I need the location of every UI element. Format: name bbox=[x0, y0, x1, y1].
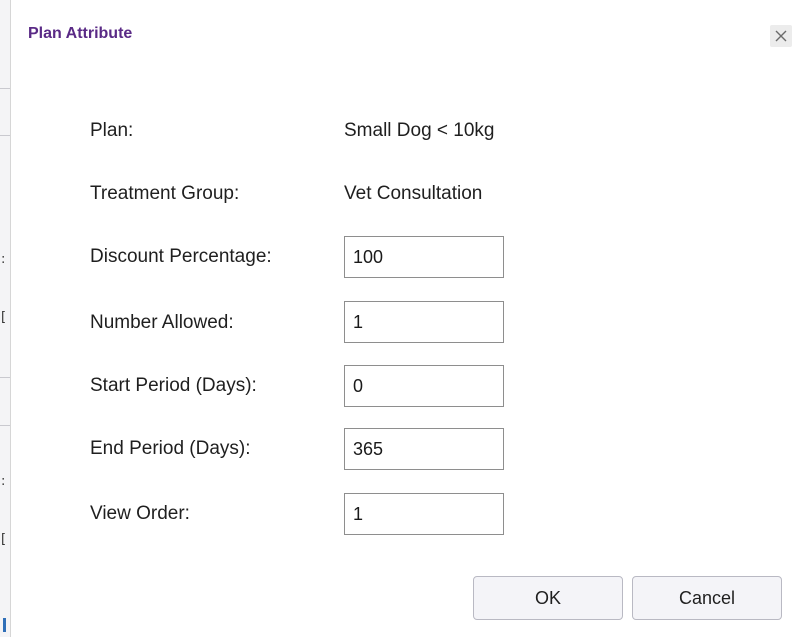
background-accent bbox=[3, 618, 6, 632]
background-glyph: : bbox=[1, 252, 6, 267]
view-order-input[interactable] bbox=[344, 493, 504, 535]
view-order-label: View Order: bbox=[90, 503, 190, 524]
treatment-group-label: Treatment Group: bbox=[90, 183, 240, 204]
number-allowed-input[interactable] bbox=[344, 301, 504, 343]
start-period-label: Start Period (Days): bbox=[90, 375, 257, 396]
ok-button[interactable]: OK bbox=[473, 576, 623, 620]
start-period-input[interactable] bbox=[344, 365, 504, 407]
discount-percentage-input[interactable] bbox=[344, 236, 504, 278]
background-glyph: [ bbox=[1, 310, 7, 325]
treatment-group-value: Vet Consultation bbox=[344, 183, 483, 204]
background-glyph: [ bbox=[1, 532, 7, 547]
dialog-title: Plan Attribute bbox=[28, 25, 133, 42]
background-glyph: : bbox=[1, 474, 6, 489]
close-button[interactable] bbox=[770, 25, 792, 47]
plan-label: Plan: bbox=[90, 120, 134, 141]
plan-value: Small Dog < 10kg bbox=[344, 120, 495, 141]
close-icon bbox=[775, 30, 787, 42]
number-allowed-label: Number Allowed: bbox=[90, 312, 234, 333]
end-period-input[interactable] bbox=[344, 428, 504, 470]
cancel-button[interactable]: Cancel bbox=[632, 576, 782, 620]
end-period-label: End Period (Days): bbox=[90, 438, 251, 459]
discount-percentage-label: Discount Percentage: bbox=[90, 246, 272, 267]
plan-attribute-dialog: Plan Attribute Plan: Small Dog < 10kg Tr… bbox=[10, 0, 803, 637]
